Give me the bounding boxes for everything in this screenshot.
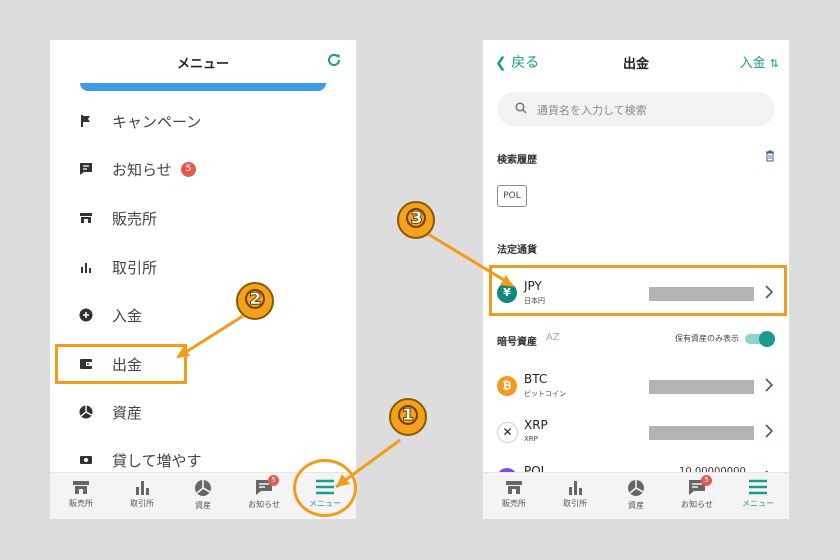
bar-chart-icon xyxy=(136,481,149,495)
search-icon xyxy=(515,102,527,114)
menu-item-label: 資産 xyxy=(112,404,143,422)
sort-az-icon[interactable]: AZ xyxy=(546,332,560,343)
menu-item-campaign[interactable]: キャンペーン xyxy=(50,101,356,141)
tab-menu[interactable]: メニュー xyxy=(728,479,788,517)
step-3-marker: ③ xyxy=(397,201,435,239)
history-title: 検索履歴 xyxy=(497,155,537,166)
step-1-marker: ① xyxy=(389,398,427,436)
tab-news[interactable]: 5 お知らせ xyxy=(667,475,727,517)
bar-chart-icon xyxy=(81,263,91,273)
tab-label: メニュー xyxy=(742,499,774,508)
tab-label: 取引所 xyxy=(563,499,587,508)
tab-label: お知らせ xyxy=(681,500,713,509)
crypto-title: 暗号資産 xyxy=(497,337,537,348)
menu-item-label: 販売所 xyxy=(112,210,158,228)
redacted-balance xyxy=(649,380,754,394)
search-input[interactable]: 通貨名を入力して検索 xyxy=(497,92,775,126)
bitcoin-icon: ₿ xyxy=(497,376,517,396)
menu-item-label: 貸して増やす xyxy=(112,452,202,470)
shop-icon xyxy=(80,213,92,223)
coin-row-btc[interactable]: ₿ BTC ビットコイン xyxy=(483,364,789,408)
swap-icon: ⇅ xyxy=(769,57,779,70)
pie-chart-icon xyxy=(195,480,211,496)
tab-exchange[interactable]: 取引所 xyxy=(545,479,605,517)
menu-screen: メニュー キャンペーン お知らせ 5 販売所 取引所 入金 出金 資産 貸して増… xyxy=(50,40,356,519)
page-title: メニュー xyxy=(176,57,229,72)
menu-item-deposit[interactable]: 入金 xyxy=(50,295,356,335)
tab-label: 販売所 xyxy=(502,499,526,508)
menu-item-news[interactable]: お知らせ 5 xyxy=(50,149,356,189)
coin-symbol: BTC xyxy=(524,372,548,386)
shop-icon xyxy=(73,481,89,494)
highlight-withdraw xyxy=(55,344,187,384)
coin-name: ビットコイン xyxy=(524,390,566,398)
coin-name: XRP xyxy=(524,435,538,443)
menu-item-shop[interactable]: 販売所 xyxy=(50,198,356,238)
tab-shop[interactable]: 販売所 xyxy=(51,479,111,517)
search-placeholder: 通貨名を入力して検索 xyxy=(537,104,647,117)
flag-icon xyxy=(81,115,90,127)
step-2-marker: ② xyxy=(236,282,274,320)
shop-icon xyxy=(506,481,522,494)
tab-assets[interactable]: 資産 xyxy=(606,479,666,517)
refresh-icon[interactable] xyxy=(326,52,342,68)
tab-news[interactable]: 5 お知らせ xyxy=(234,475,294,517)
menu-item-label: お知らせ xyxy=(112,161,172,179)
message-icon xyxy=(80,163,92,175)
bar-chart-icon xyxy=(569,481,582,495)
holdings-only-toggle[interactable] xyxy=(745,330,775,347)
coin-symbol: XRP xyxy=(524,418,548,432)
history-chip[interactable]: POL xyxy=(497,185,527,207)
menu-item-label: キャンペーン xyxy=(112,113,202,131)
notification-badge: 5 xyxy=(268,475,279,486)
menu-item-label: 取引所 xyxy=(112,259,158,277)
tab-label: 資産 xyxy=(628,501,644,510)
chevron-right-icon xyxy=(765,424,773,438)
toggle-knob xyxy=(759,331,775,347)
deposit-button[interactable]: 入金 ⇅ xyxy=(740,52,779,71)
tab-label: 販売所 xyxy=(69,499,93,508)
lend-icon xyxy=(80,456,92,464)
tab-shop[interactable]: 販売所 xyxy=(484,479,544,517)
notification-badge: 5 xyxy=(181,162,196,177)
hamburger-icon xyxy=(749,479,767,495)
tab-exchange[interactable]: 取引所 xyxy=(112,479,172,517)
pie-chart-icon xyxy=(628,480,644,496)
menu-item-exchange[interactable]: 取引所 xyxy=(50,247,356,287)
notification-badge: 5 xyxy=(701,475,712,486)
plus-circle-icon xyxy=(79,308,93,322)
tab-assets[interactable]: 資産 xyxy=(173,479,233,517)
coin-row-xrp[interactable]: ✕ XRP XRP xyxy=(483,410,789,454)
highlight-menu-tab xyxy=(293,459,357,517)
xrp-icon: ✕ xyxy=(497,422,518,443)
campaign-banner-edge[interactable] xyxy=(80,83,326,91)
highlight-jpy-row xyxy=(489,265,787,316)
menu-item-label: 入金 xyxy=(112,307,143,325)
trash-icon[interactable] xyxy=(765,150,775,162)
deposit-label: 入金 xyxy=(739,56,766,71)
holdings-only-label: 保有資産のみ表示 xyxy=(675,334,739,343)
fiat-title: 法定通貨 xyxy=(497,245,537,256)
menu-item-assets[interactable]: 資産 xyxy=(50,392,356,432)
tab-label: お知らせ xyxy=(248,500,280,509)
pie-chart-icon xyxy=(79,405,93,419)
redacted-balance xyxy=(649,426,754,440)
menu-header: メニュー xyxy=(50,40,356,82)
chevron-right-icon xyxy=(765,378,773,392)
bottom-tab-bar: 販売所 取引所 資産 5 お知らせ メニュー xyxy=(483,472,789,519)
tab-label: 取引所 xyxy=(130,499,154,508)
tab-label: 資産 xyxy=(195,501,211,510)
